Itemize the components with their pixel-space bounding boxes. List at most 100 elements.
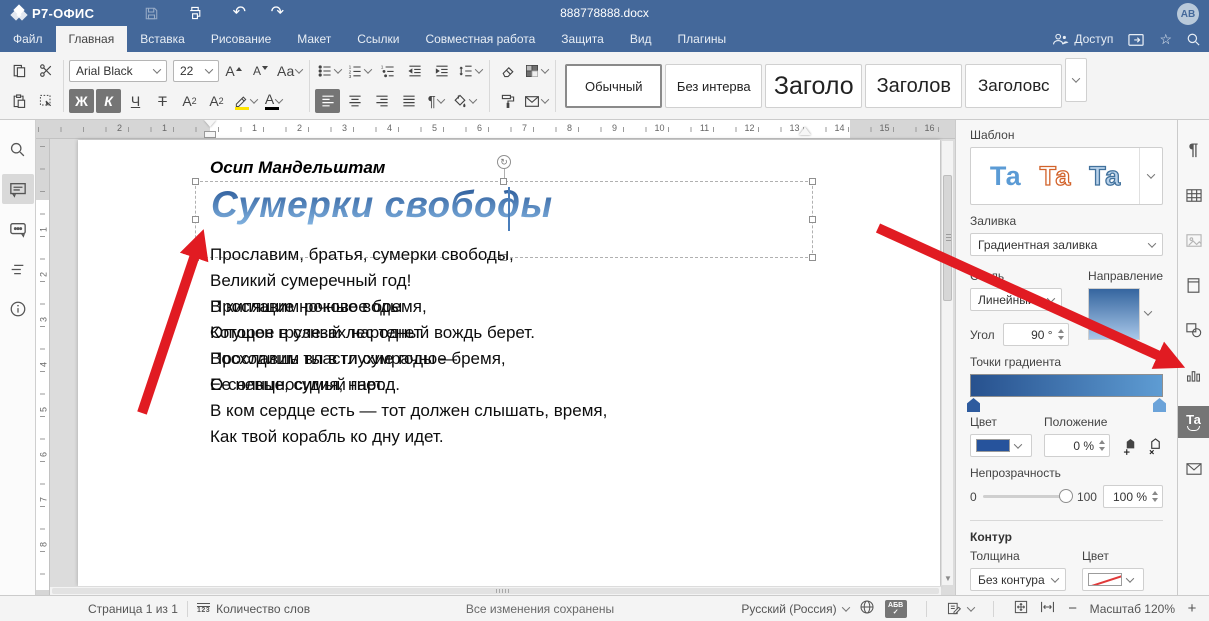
fit-page-button[interactable] xyxy=(1013,599,1029,618)
hscroll-thumb[interactable] xyxy=(52,588,939,594)
change-case-button[interactable]: Аа xyxy=(275,59,304,83)
resize-handle-sw[interactable] xyxy=(192,254,199,261)
gradient-direction-preview[interactable] xyxy=(1088,288,1140,340)
resize-handle-nw[interactable] xyxy=(192,178,199,185)
ribbon-tab[interactable]: Вид xyxy=(617,26,665,52)
spellcheck-button[interactable]: АБВ✓ xyxy=(885,600,907,618)
copy-style-button[interactable] xyxy=(495,89,520,113)
style-preset[interactable]: Заголо xyxy=(765,64,862,108)
favorites-button[interactable]: ☆ xyxy=(1159,31,1172,48)
scroll-down-arrow[interactable]: ▼ xyxy=(943,573,953,583)
template-gallery[interactable]: Та Та Та xyxy=(970,147,1163,205)
vertical-scrollbar[interactable]: ▼ xyxy=(941,140,954,586)
decrease-font-button[interactable]: А xyxy=(248,59,273,83)
justify-button[interactable] xyxy=(396,89,421,113)
horizontal-scrollbar[interactable] xyxy=(50,586,941,595)
gradient-style-select[interactable]: Линейный xyxy=(970,288,1062,311)
remove-gradient-stop-icon[interactable] xyxy=(1148,437,1163,455)
paragraph-settings-button[interactable]: ¶ xyxy=(1178,136,1209,164)
highlight-color-button[interactable] xyxy=(231,89,259,113)
increase-font-button[interactable]: А xyxy=(221,59,246,83)
ribbon-tab[interactable]: Совместная работа xyxy=(412,26,548,52)
align-center-button[interactable] xyxy=(342,89,367,113)
position-spinner[interactable]: 0 % xyxy=(1044,434,1110,457)
chart-settings-button[interactable] xyxy=(1178,361,1209,389)
outline-color-picker[interactable] xyxy=(1082,568,1144,591)
font-size-select[interactable]: 22 xyxy=(173,60,219,82)
strikethrough-button[interactable]: Т xyxy=(150,89,175,113)
spin-down-icon[interactable] xyxy=(1099,447,1105,454)
scrollbar-thumb[interactable] xyxy=(943,175,952,301)
shading-button[interactable] xyxy=(450,89,478,113)
rotation-handle[interactable]: ↻ xyxy=(497,155,511,169)
opacity-slider-knob[interactable] xyxy=(1059,489,1073,503)
headerfooter-settings-button[interactable] xyxy=(1178,271,1209,299)
spin-up-icon[interactable] xyxy=(1099,437,1105,444)
resize-handle-e[interactable] xyxy=(809,216,816,223)
spin-up-icon[interactable] xyxy=(1152,488,1158,495)
cell-shading-button[interactable] xyxy=(522,59,550,83)
zoom-out-button[interactable]: − xyxy=(1066,600,1080,617)
wordart-title[interactable]: Сумерки свободы xyxy=(211,184,553,226)
table-settings-button[interactable] xyxy=(1178,181,1209,209)
ribbon-tab[interactable]: Файл xyxy=(0,26,56,52)
search-button[interactable] xyxy=(1186,32,1201,47)
spin-up-icon[interactable] xyxy=(1058,326,1064,333)
gradient-stop-left[interactable] xyxy=(967,398,980,412)
document-language-button[interactable] xyxy=(859,599,875,618)
multilevel-list-button[interactable]: 1 xyxy=(375,59,400,83)
mailmerge-settings-button[interactable] xyxy=(1178,455,1209,483)
template-sample[interactable]: Та xyxy=(990,161,1021,192)
bold-button[interactable]: Ж xyxy=(69,89,94,113)
ribbon-tab[interactable]: Плагины xyxy=(665,26,740,52)
mail-merge-button[interactable] xyxy=(522,89,550,113)
paste-button[interactable] xyxy=(6,89,31,113)
textart-settings-button[interactable]: Та xyxy=(1178,406,1209,438)
comments-button[interactable] xyxy=(2,174,34,204)
superscript-button[interactable]: А2 xyxy=(177,89,202,113)
numbering-button[interactable]: 123 xyxy=(345,59,373,83)
template-gallery-more-button[interactable] xyxy=(1140,148,1162,204)
angle-spinner[interactable]: 90 ° xyxy=(1003,323,1069,346)
ribbon-tab[interactable]: Главная xyxy=(56,26,128,52)
style-gallery-more-button[interactable] xyxy=(1065,58,1087,102)
access-button[interactable]: Доступ xyxy=(1052,32,1113,46)
redo-button[interactable]: ↷ xyxy=(262,0,292,26)
resize-handle-ne[interactable] xyxy=(809,178,816,185)
ribbon-tab[interactable]: Рисование xyxy=(198,26,284,52)
navigation-button[interactable] xyxy=(2,254,34,284)
left-indent-marker[interactable] xyxy=(204,131,216,138)
template-sample[interactable]: Та xyxy=(1089,161,1120,192)
about-button[interactable] xyxy=(2,294,34,324)
font-color-button[interactable]: А xyxy=(261,89,286,113)
style-preset[interactable]: Обычный xyxy=(565,64,662,108)
shape-settings-button[interactable] xyxy=(1178,316,1209,344)
page-indicator[interactable]: Страница 1 из 1 xyxy=(88,602,178,616)
avatar[interactable]: АВ xyxy=(1177,3,1199,25)
bullets-button[interactable] xyxy=(315,59,343,83)
open-location-button[interactable] xyxy=(1127,32,1145,47)
italic-button[interactable]: К xyxy=(96,89,121,113)
increase-indent-button[interactable] xyxy=(429,59,454,83)
style-preset[interactable]: Заголов xyxy=(865,64,962,108)
decrease-indent-button[interactable] xyxy=(402,59,427,83)
vertical-ruler[interactable]: 12345678 xyxy=(36,139,50,595)
nonprinting-chars-button[interactable]: ¶ xyxy=(423,89,448,113)
copy-button[interactable] xyxy=(6,59,31,83)
zoom-in-button[interactable]: + xyxy=(1185,600,1199,617)
print-button[interactable] xyxy=(180,0,210,26)
add-gradient-stop-icon[interactable] xyxy=(1123,437,1138,455)
opacity-slider[interactable] xyxy=(983,495,1071,498)
gradient-bar[interactable] xyxy=(970,374,1163,397)
outline-width-select[interactable]: Без контура xyxy=(970,568,1066,591)
align-left-button[interactable] xyxy=(315,89,340,113)
fit-width-button[interactable] xyxy=(1039,600,1056,617)
undo-button[interactable]: ↶ xyxy=(224,0,254,26)
language-select[interactable]: Русский (Россия) xyxy=(741,602,848,616)
template-sample[interactable]: Та xyxy=(1040,161,1071,192)
align-right-button[interactable] xyxy=(369,89,394,113)
ribbon-tab[interactable]: Вставка xyxy=(127,26,198,52)
poem-body[interactable]: Прославим, братья, сумерки свободы,Велик… xyxy=(210,242,607,320)
resize-handle-w[interactable] xyxy=(192,216,199,223)
save-button[interactable] xyxy=(136,0,166,26)
